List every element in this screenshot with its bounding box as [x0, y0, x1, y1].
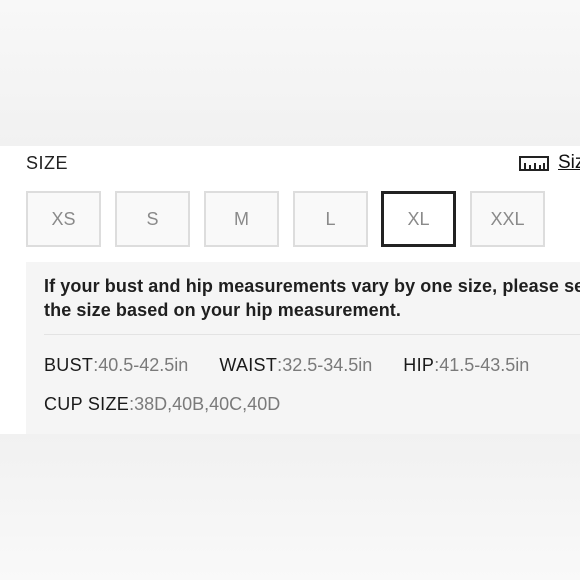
waist-value: 32.5-34.5in — [282, 355, 373, 375]
divider — [44, 334, 580, 335]
size-option-m[interactable]: M — [204, 191, 279, 247]
bust-value: 40.5-42.5in — [98, 355, 189, 375]
top-background — [0, 0, 580, 146]
ruler-icon — [519, 156, 549, 171]
size-option-xs[interactable]: XS — [26, 191, 101, 247]
bottom-background — [0, 434, 580, 580]
cup-size-measurement: CUP SIZE:38D,40B,40C,40D — [44, 394, 280, 415]
hip-label: HIP — [403, 355, 435, 375]
measurement-row: BUST:40.5-42.5in WAIST:32.5-34.5in HIP:4… — [44, 355, 529, 376]
bust-label: BUST — [44, 355, 94, 375]
size-option-l[interactable]: L — [293, 191, 368, 247]
size-option-xxl[interactable]: XXL — [470, 191, 545, 247]
waist-measurement: WAIST:32.5-34.5in — [219, 355, 372, 376]
size-selector-panel: SIZE Size Guide XS S M L XL XXL If your … — [0, 146, 580, 434]
size-heading: SIZE — [26, 153, 69, 173]
size-option-xl[interactable]: XL — [381, 191, 456, 247]
cup-size-value: 38D,40B,40C,40D — [134, 394, 281, 414]
waist-label: WAIST — [219, 355, 278, 375]
hip-measurement: HIP:41.5-43.5in — [403, 355, 529, 376]
size-notice: If your bust and hip measurements vary b… — [44, 276, 580, 320]
bust-measurement: BUST:40.5-42.5in — [44, 355, 188, 376]
cup-size-row: CUP SIZE:38D,40B,40C,40D — [44, 394, 280, 415]
cup-size-label: CUP SIZE — [44, 394, 130, 414]
size-option-s[interactable]: S — [115, 191, 190, 247]
hip-value: 41.5-43.5in — [439, 355, 530, 375]
size-guide-link[interactable]: Size Guide — [519, 152, 580, 174]
measurement-info-box: If your bust and hip measurements vary b… — [26, 262, 580, 434]
size-guide-label[interactable]: Size Guide — [558, 152, 580, 174]
